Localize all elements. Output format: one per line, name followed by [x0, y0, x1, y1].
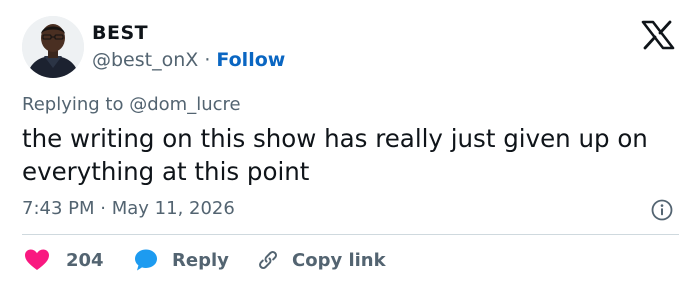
reply-button[interactable]: Reply — [134, 246, 229, 274]
copy-link-button[interactable]: Copy link — [256, 246, 386, 274]
author-handle-row: @best_onX · Follow — [92, 49, 285, 71]
copy-link-label: Copy link — [292, 249, 386, 271]
reply-context: Replying to @dom_lucre — [22, 94, 241, 115]
tweet-text: the writing on this show has really just… — [22, 124, 648, 186]
like-count: 204 — [66, 249, 104, 271]
like-button[interactable]: 204 — [24, 246, 104, 274]
timestamp-separator: · — [100, 198, 106, 219]
reply-context-mention[interactable]: @dom_lucre — [129, 94, 240, 115]
link-icon — [259, 251, 277, 269]
author-name[interactable]: BEST — [92, 22, 148, 44]
timestamp-date: May 11, 2026 — [111, 198, 235, 219]
speech-bubble-icon — [135, 249, 157, 271]
avatar-image — [22, 16, 84, 78]
reply-label: Reply — [172, 249, 229, 271]
author-handle[interactable]: @best_onX — [92, 49, 198, 71]
timestamp[interactable]: 7:43 PM · May 11, 2026 — [22, 198, 235, 219]
tweet-card: BEST @best_onX · Follow Replying to @dom… — [0, 0, 700, 287]
handle-separator: · — [204, 49, 211, 71]
follow-button[interactable]: Follow — [216, 49, 285, 71]
info-icon[interactable] — [651, 199, 673, 221]
x-logo-icon[interactable] — [640, 20, 676, 50]
heart-icon — [25, 249, 49, 270]
reply-context-prefix: Replying to — [22, 94, 124, 115]
timestamp-time: 7:43 PM — [22, 198, 95, 219]
avatar[interactable] — [22, 16, 84, 78]
divider — [22, 234, 679, 235]
